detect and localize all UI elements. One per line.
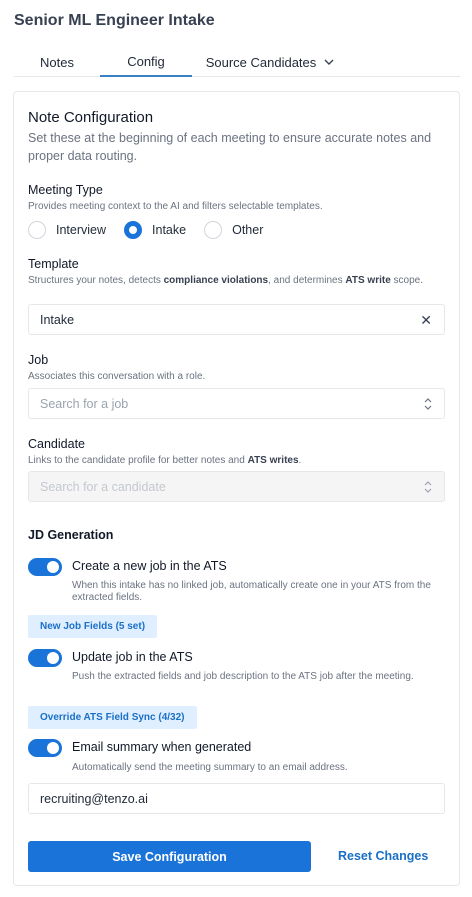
template-help: Structures your notes, detects complianc… bbox=[28, 275, 424, 286]
email-summary-help: Automatically send the meeting summary t… bbox=[72, 762, 348, 773]
job-help: Associates this conversation with a role… bbox=[28, 371, 206, 382]
update-job-label: Update job in the ATS bbox=[72, 650, 193, 664]
radio-interview-label[interactable]: Interview bbox=[56, 223, 106, 237]
email-summary-label: Email summary when generated bbox=[72, 740, 252, 754]
email-value: recruiting@tenzo.ai bbox=[40, 791, 148, 806]
clear-icon[interactable]: ✕ bbox=[420, 312, 432, 329]
override-ats-field-sync-button[interactable]: Override ATS Field Sync (4/32) bbox=[28, 706, 197, 729]
candidate-help: Links to the candidate profile for bette… bbox=[28, 455, 302, 466]
template-label: Template bbox=[28, 257, 79, 271]
tab-notes[interactable]: Notes bbox=[14, 47, 100, 77]
new-job-fields-button[interactable]: New Job Fields (5 set) bbox=[28, 615, 158, 638]
candidate-placeholder: Search for a candidate bbox=[40, 479, 166, 494]
radio-interview[interactable] bbox=[28, 221, 46, 239]
create-job-toggle[interactable] bbox=[28, 558, 62, 576]
email-input[interactable]: recruiting@tenzo.ai bbox=[28, 783, 445, 814]
template-value: Intake bbox=[40, 312, 75, 327]
candidate-search-select[interactable]: Search for a candidate bbox=[28, 471, 445, 502]
tab-config[interactable]: Config bbox=[100, 47, 192, 77]
job-label: Job bbox=[28, 353, 49, 367]
radio-intake[interactable] bbox=[124, 221, 143, 239]
meeting-type-label: Meeting Type bbox=[28, 183, 103, 197]
section-description: Set these at the beginning of each meeti… bbox=[28, 131, 432, 163]
section-title: Note Configuration bbox=[28, 109, 154, 126]
job-search-select[interactable]: Search for a job bbox=[28, 388, 445, 419]
create-job-label: Create a new job in the ATS bbox=[72, 559, 227, 573]
radio-other[interactable] bbox=[204, 221, 223, 239]
meeting-type-radio-group: Interview Intake Other bbox=[28, 221, 281, 239]
radio-other-label[interactable]: Other bbox=[232, 223, 263, 237]
page-title: Senior ML Engineer Intake bbox=[14, 12, 215, 29]
tab-source-candidates-label: Source Candidates bbox=[205, 54, 317, 70]
meeting-type-help: Provides meeting context to the AI and f… bbox=[28, 201, 323, 212]
updown-chevron-icon bbox=[424, 398, 432, 410]
tab-notes-label: Notes bbox=[40, 54, 74, 70]
candidate-label: Candidate bbox=[28, 437, 85, 451]
template-select[interactable]: Intake ✕ bbox=[28, 304, 445, 335]
create-job-help: When this intake has no linked job, auto… bbox=[72, 580, 431, 603]
update-job-toggle[interactable] bbox=[28, 649, 62, 667]
tab-config-label: Config bbox=[127, 53, 165, 69]
jd-generation-title: JD Generation bbox=[28, 528, 114, 542]
save-configuration-button[interactable]: Save Configuration bbox=[28, 841, 311, 872]
job-placeholder: Search for a job bbox=[40, 396, 129, 411]
updown-chevron-icon bbox=[424, 481, 432, 493]
update-job-help: Push the extracted fields and job descri… bbox=[72, 671, 414, 682]
tab-source-candidates[interactable]: Source Candidates bbox=[192, 47, 348, 77]
tab-bar: Notes Config Source Candidates bbox=[14, 47, 460, 77]
reset-changes-button[interactable]: Reset Changes bbox=[338, 849, 428, 863]
radio-intake-label[interactable]: Intake bbox=[152, 223, 186, 237]
email-summary-toggle[interactable] bbox=[28, 739, 62, 757]
chevron-down-icon bbox=[324, 59, 334, 65]
